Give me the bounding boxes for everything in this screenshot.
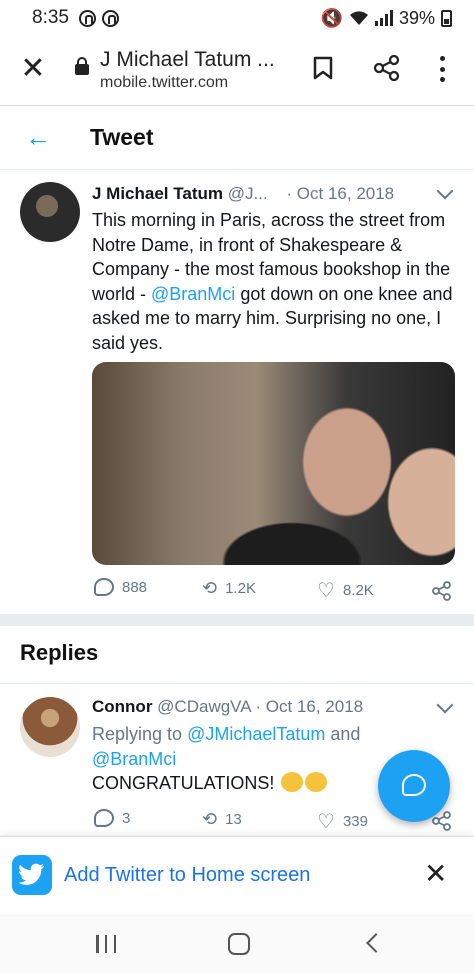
like-icon: ♡ [317,811,335,833]
clap-emoji-icon-2 [305,772,328,792]
bookmark-icon[interactable] [313,56,333,80]
like-icon: ♡ [317,580,335,602]
reply-date[interactable]: · Oct 16, 2018 [255,697,363,716]
status-time: 8:35 [32,7,69,28]
page-url[interactable]: mobile.twitter.com [100,74,228,92]
status-bar: 8:35 🔇 39% [0,0,474,36]
tweet-share-icon[interactable] [432,581,452,601]
banner-close-icon[interactable]: ✕ [424,859,447,889]
retweet-icon: ⟲ [202,809,218,829]
tweet-meta: J Michael Tatum @J... · Oct 16, 2018 [92,184,394,204]
signal-icon [374,10,393,26]
pinterest-notification-icon [78,9,96,27]
reply-author-avatar[interactable] [20,697,80,757]
status-icons: 🔇 39% [321,8,452,29]
section-divider [0,614,474,626]
tweet-photo[interactable] [92,362,455,565]
reply-retweet-button[interactable]: ⟲ 13 [202,809,242,830]
replying-to: Replying to @JMichaelTatum and @BranMci [92,722,392,772]
like-button[interactable]: ♡ 8.2K [317,578,374,603]
browser-toolbar: ✕ J Michael Tatum ... mobile.twitter.com [0,36,474,106]
replying-to-and: and [325,724,361,744]
install-banner-label[interactable]: Add Twitter to Home screen [64,864,310,887]
retweet-icon: ⟲ [202,578,218,598]
reply-text: CONGRATULATIONS! [92,772,328,794]
replying-to-user2[interactable]: @BranMci [92,749,176,769]
reply-like-button[interactable]: ♡ 339 [317,809,368,834]
compose-reply-button[interactable] [378,750,450,822]
nav-back-icon[interactable] [366,933,386,953]
twitter-logo-icon[interactable] [12,855,52,895]
compose-reply-icon [402,774,426,796]
reply-count: 888 [122,578,148,596]
tweet-date[interactable]: · Oct 16, 2018 [286,184,394,203]
reply-icon [94,578,114,596]
close-icon[interactable]: ✕ [18,54,48,84]
divider [0,683,474,684]
reply-chevron-down-icon[interactable] [436,696,454,714]
tweet-mention[interactable]: @BranMci [151,284,235,304]
reply-author-name[interactable]: Connor [92,697,152,716]
wifi-icon [349,11,368,25]
replying-to-user1[interactable]: @JMichaelTatum [187,724,325,744]
reply-author-handle[interactable]: @CDawgVA [157,697,250,716]
author-handle[interactable]: @J... [228,184,268,203]
tweet-text: This morning in Paris, across the street… [92,208,454,355]
battery-icon [441,9,452,27]
lock-icon [75,57,89,75]
clap-emoji-icon [281,772,304,792]
back-arrow-icon[interactable]: ← [25,122,51,152]
more-icon[interactable] [436,56,448,82]
install-banner: Add Twitter to Home screen ✕ [0,836,474,914]
reply-reply-button[interactable]: 3 [94,809,130,827]
recent-apps-icon[interactable] [96,935,116,953]
like-count: 8.2K [342,582,374,599]
reply-retweet-count: 13 [225,811,242,828]
replies-heading: Replies [20,640,99,665]
reply-reply-count: 3 [122,809,131,827]
replying-to-prefix: Replying to [92,724,188,744]
retweet-count: 1.2K [225,580,256,597]
reply-like-count: 339 [342,813,368,830]
home-icon[interactable] [228,933,250,955]
battery-percent: 39% [398,7,435,28]
header-title: Tweet [90,124,154,150]
author-avatar[interactable] [20,182,80,242]
author-name[interactable]: J Michael Tatum [92,184,223,203]
mute-icon: 🔇 [320,7,343,28]
tweet-actions: 888 ⟲ 1.2K ♡ 8.2K [92,578,462,604]
pinterest-notification-icon-2 [101,9,119,27]
system-nav-bar [0,914,474,974]
share-icon[interactable] [373,54,401,82]
retweet-button[interactable]: ⟲ 1.2K [202,578,256,599]
tweet-header: ← Tweet [0,106,474,170]
reply-button[interactable]: 888 [94,578,147,596]
page-title: J Michael Tatum ... [100,48,275,71]
reply-meta: Connor @CDawgVA · Oct 16, 2018 [92,697,363,717]
reply-text-body: CONGRATULATIONS! [92,773,275,793]
chevron-down-icon[interactable] [436,182,454,200]
reply-icon [94,809,114,827]
